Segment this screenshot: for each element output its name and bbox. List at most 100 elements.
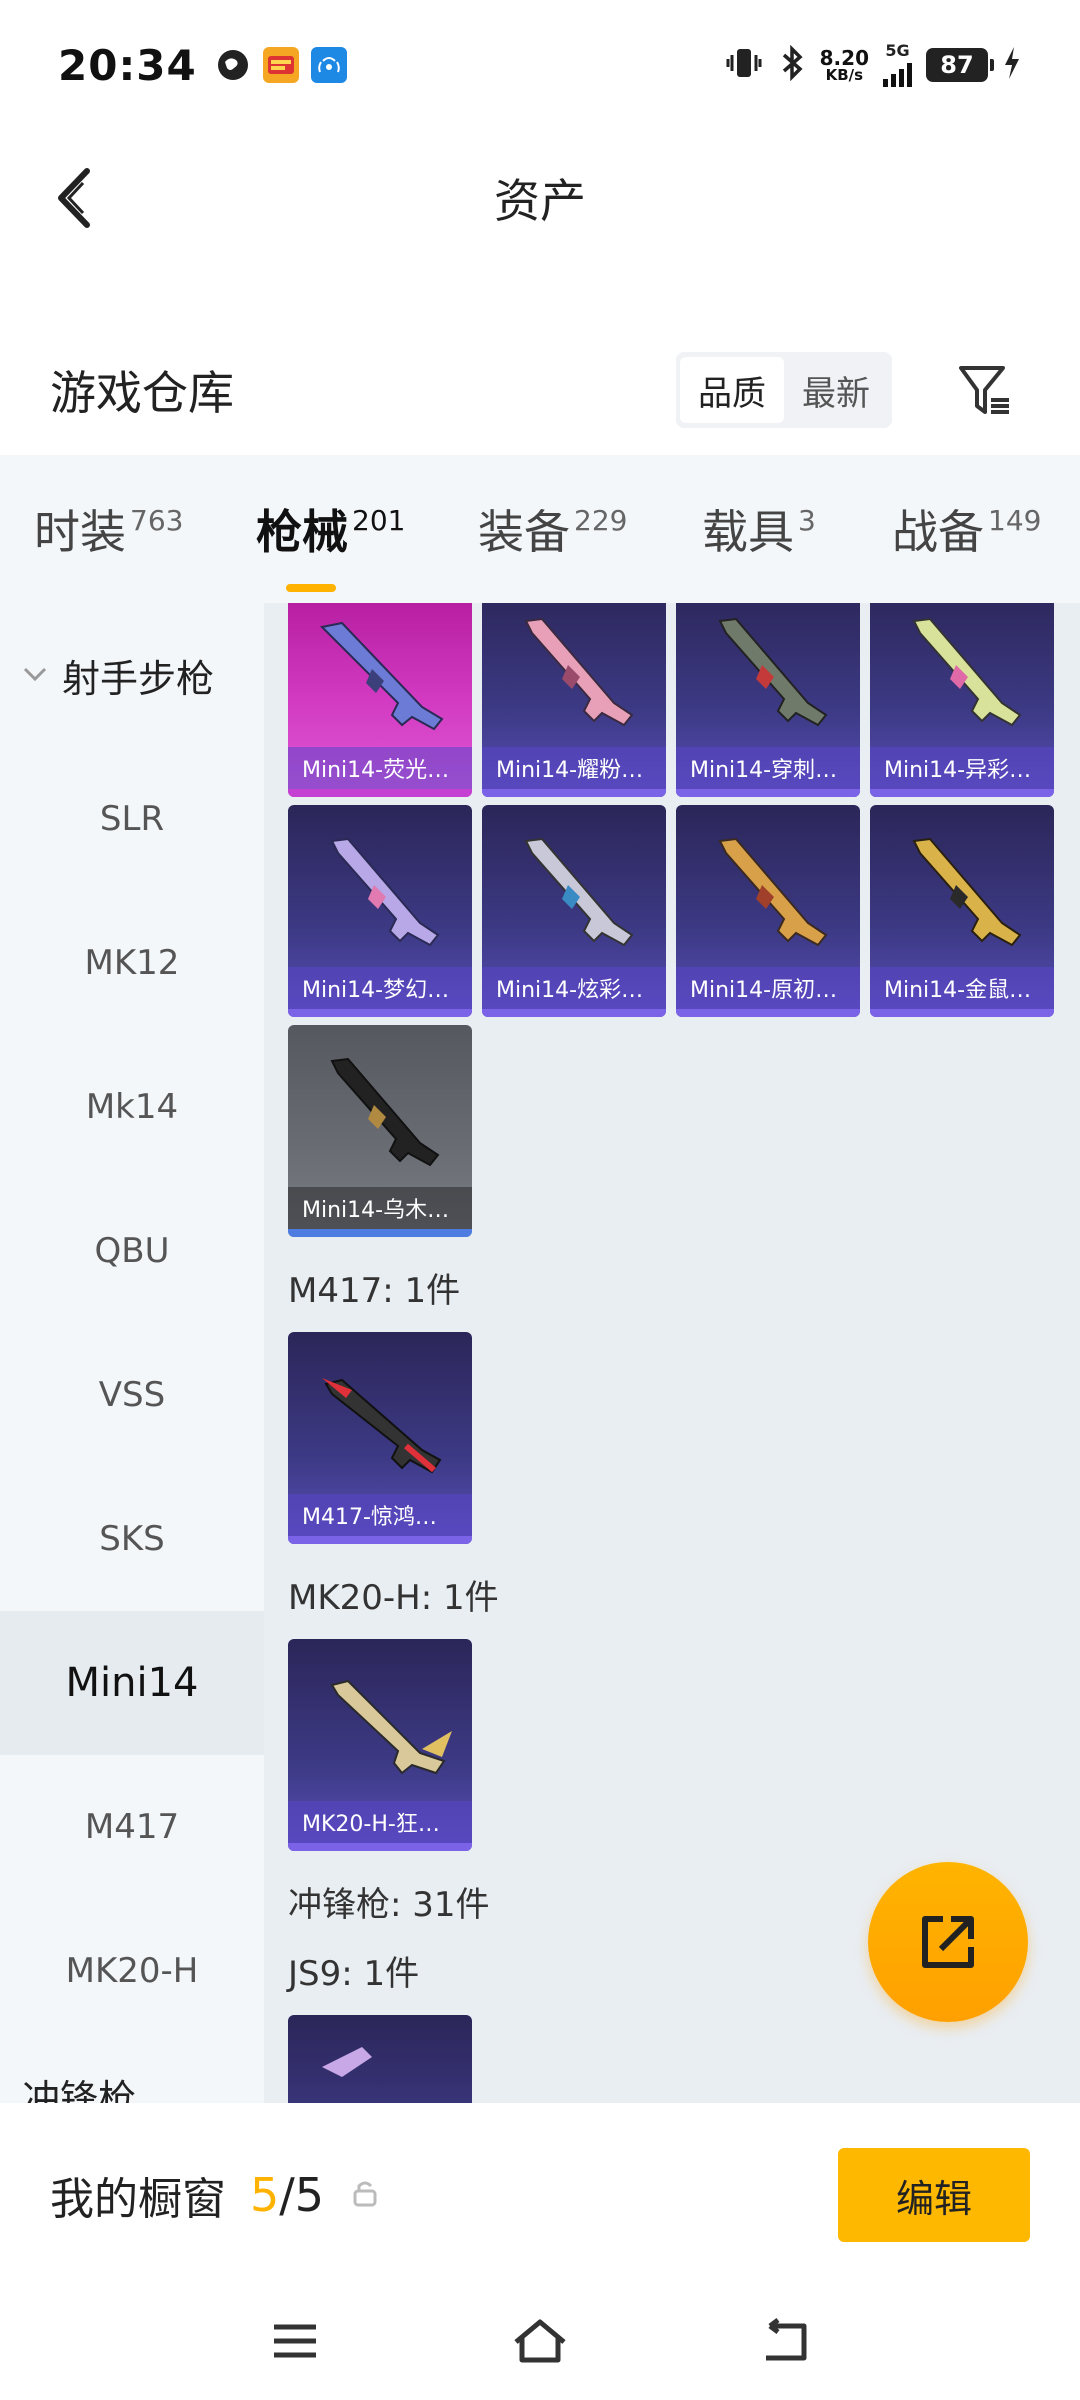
weapon-card[interactable]: Mini14-金鼠… xyxy=(870,805,1054,1017)
sidebar-item-sks[interactable]: SKS xyxy=(0,1467,264,1611)
system-navigation-bar xyxy=(0,2285,1080,2400)
weapon-card-label: Mini14-梦幻… xyxy=(288,967,472,1009)
sidebar-item-slr[interactable]: SLR xyxy=(0,747,264,891)
status-time: 20:34 xyxy=(58,40,197,90)
showcase-count-total: /5 xyxy=(279,2168,325,2222)
tab-supplies[interactable]: 战备 149 xyxy=(892,496,1041,562)
charging-icon xyxy=(1002,45,1022,85)
tab-count: 763 xyxy=(130,504,184,537)
rarity-bar xyxy=(288,1229,472,1237)
rifle-icon xyxy=(319,621,444,731)
m417-grid: M417-惊鸿… xyxy=(264,1332,1080,1544)
page-header: 资产 xyxy=(0,130,1080,265)
tab-count: 229 xyxy=(574,504,628,537)
rifle-icon xyxy=(524,617,634,727)
rifle-icon xyxy=(330,1679,452,1775)
mini14-grid: Mini14-荧光… Mini14-耀粉… Mini14-穿刺… Mini14-… xyxy=(264,603,1080,1237)
weapon-card-label: Mini14-金鼠… xyxy=(870,967,1054,1009)
globe-icon xyxy=(215,47,251,83)
showcase-count: 5/5 xyxy=(250,2168,324,2222)
category-tabs: 时装 763 枪械 201 装备 229 载具 3 战备 149 xyxy=(0,455,1080,603)
rarity-bar xyxy=(288,1843,472,1851)
rarity-bar xyxy=(288,1536,472,1544)
mk20h-grid: MK20-H-狂… xyxy=(264,1639,1080,1851)
edit-button[interactable]: 编辑 xyxy=(838,2148,1030,2242)
rifle-icon xyxy=(718,837,828,947)
weapon-card[interactable]: Mini14-荧光… xyxy=(288,603,472,797)
rarity-bar xyxy=(482,789,666,797)
weapon-card-label: Mini14-荧光… xyxy=(288,747,472,789)
weapon-card[interactable]: Mini14-梦幻… xyxy=(288,805,472,1017)
weapon-card[interactable]: Mini14-原初… xyxy=(676,805,860,1017)
section-label-m417: M417: 1件 xyxy=(288,1271,461,1311)
showcase-bar: 我的橱窗 5/5 编辑 xyxy=(0,2105,1080,2285)
sidebar-group-label: 射手步枪 xyxy=(62,656,215,701)
lock-icon xyxy=(350,2178,380,2212)
sidebar-group-smg[interactable]: 冲锋枪 xyxy=(0,2043,264,2103)
network-type: 5G xyxy=(885,41,910,60)
tab-count: 149 xyxy=(988,504,1042,537)
status-left-icons xyxy=(215,47,347,83)
sort-toggle: 品质 最新 xyxy=(676,352,892,428)
back-arrow-icon xyxy=(58,167,90,228)
rifle-icon xyxy=(912,837,1022,947)
weapon-card[interactable]: Mini14-耀粉… xyxy=(482,603,666,797)
rarity-bar xyxy=(676,1009,860,1017)
home-icon[interactable] xyxy=(510,2316,570,2370)
js9-grid xyxy=(264,2015,1080,2103)
showcase-count-current: 5 xyxy=(250,2168,280,2222)
weapon-card[interactable] xyxy=(288,2015,472,2103)
rifle-icon xyxy=(524,837,634,947)
tab-vehicles[interactable]: 载具 3 xyxy=(702,496,816,562)
tab-label: 时装 xyxy=(34,505,126,559)
weapon-card[interactable]: Mini14-炫彩… xyxy=(482,805,666,1017)
rarity-bar xyxy=(482,1009,666,1017)
app-notification-icon xyxy=(262,47,299,83)
weapon-card[interactable]: MK20-H-狂… xyxy=(288,1639,472,1851)
page-title: 资产 xyxy=(494,173,586,228)
sidebar-item-vss[interactable]: VSS xyxy=(0,1323,264,1467)
weapon-card[interactable]: Mini14-乌木… xyxy=(288,1025,472,1237)
back-nav-icon[interactable] xyxy=(760,2317,810,2368)
weapon-card-label: Mini14-穿刺… xyxy=(676,747,860,789)
weapon-card[interactable]: Mini14-异彩… xyxy=(870,603,1054,797)
sidebar-item-m417[interactable]: M417 xyxy=(0,1755,264,1899)
filter-icon xyxy=(959,366,1009,414)
sort-quality-button[interactable]: 品质 xyxy=(680,357,784,423)
sidebar-item-mk12[interactable]: MK12 xyxy=(0,891,264,1035)
rarity-bar xyxy=(870,1009,1054,1017)
rifle-icon xyxy=(718,617,828,727)
tab-label: 战备 xyxy=(892,505,984,559)
back-button[interactable] xyxy=(40,160,110,235)
menu-icon[interactable] xyxy=(270,2321,320,2365)
sidebar-item-mini14[interactable]: Mini14 xyxy=(0,1611,264,1755)
network-speed: 8.20 KB/s xyxy=(819,45,869,84)
tab-equipment[interactable]: 装备 229 xyxy=(478,496,627,562)
sidebar-item-mk20h[interactable]: MK20-H xyxy=(0,1899,264,2043)
weapon-category-sidebar: 射手步枪 SLR MK12 Mk14 QBU VSS SKS Mini14 M4… xyxy=(0,603,264,2103)
sidebar-item-qbu[interactable]: QBU xyxy=(0,1179,264,1323)
bluetooth-icon xyxy=(778,44,806,85)
sidebar-item-mk14[interactable]: Mk14 xyxy=(0,1035,264,1179)
active-tab-indicator xyxy=(286,584,336,592)
external-share-icon xyxy=(922,1916,974,1968)
section-label-mk20h: MK20-H: 1件 xyxy=(288,1578,499,1618)
showcase-title: 我的橱窗 xyxy=(50,2174,226,2225)
share-fab-button[interactable] xyxy=(868,1862,1028,2022)
sidebar-group-marksman-rifles[interactable]: 射手步枪 xyxy=(0,603,264,747)
weapon-card-label: MK20-H-狂… xyxy=(288,1801,472,1843)
tab-label: 装备 xyxy=(478,505,570,559)
tab-fashion[interactable]: 时装 763 xyxy=(34,496,183,562)
tab-firearms[interactable]: 枪械 201 xyxy=(256,496,405,592)
rarity-bar xyxy=(676,789,860,797)
chevron-down-icon xyxy=(22,660,48,690)
status-bar: 20:34 8.20 KB/s 5G 87 xyxy=(0,0,1080,130)
rarity-bar xyxy=(288,789,472,797)
weapon-card[interactable]: Mini14-穿刺… xyxy=(676,603,860,797)
status-right-icons: 8.20 KB/s 5G 87 xyxy=(724,43,1022,87)
weapon-card[interactable]: M417-惊鸿… xyxy=(288,1332,472,1544)
weapon-card-label: Mini14-炫彩… xyxy=(482,967,666,1009)
filter-button[interactable] xyxy=(950,355,1020,425)
rifle-icon xyxy=(330,1057,440,1167)
sort-latest-button[interactable]: 最新 xyxy=(784,357,888,423)
